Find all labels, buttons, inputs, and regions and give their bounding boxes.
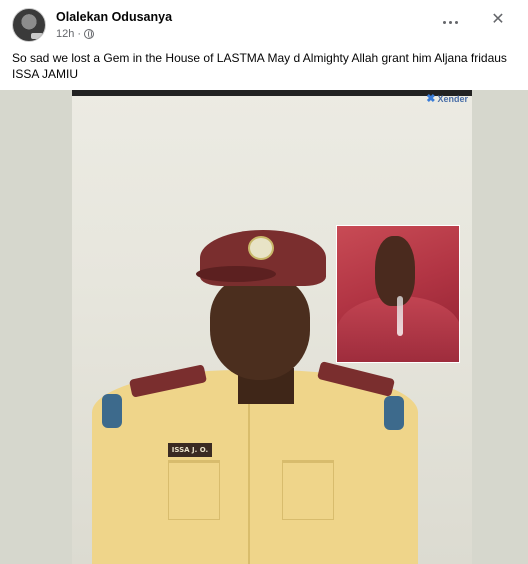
post-meta: 12h · [56,28,95,40]
inset-tear [397,296,403,336]
globe-icon[interactable] [84,29,95,39]
shirt-pocket-right [282,460,334,520]
shirt-pocket-left [168,460,220,520]
more-dot-icon [442,20,446,24]
inset-photo [336,225,460,363]
shoulder-patch-left [102,394,122,428]
beret-brim [196,266,276,282]
post-photo-container[interactable]: ✖ Xender ISSA J. O. [0,90,528,564]
author-avatar[interactable] [12,8,46,42]
more-options-button[interactable] [438,14,462,30]
beret-badge [248,236,274,260]
avatar-badge [31,33,43,39]
photo-side-fill-left [0,90,72,564]
meta-separator: · [77,28,82,40]
shirt-placket [248,400,250,564]
caption-line-1: So sad we lost a Gem in the House of LAS… [12,51,507,65]
more-dot-icon [448,20,452,24]
close-icon[interactable]: ✕ [486,8,510,32]
post-caption: So sad we lost a Gem in the House of LAS… [12,50,512,82]
caption-line-2: ISSA JAMIU [12,67,79,81]
more-dot-icon [454,20,458,24]
officer-head [210,276,310,380]
inset-face [375,236,415,306]
shoulder-patch-right [384,396,404,430]
post-header: Olalekan Odusanya 12h · ✕ [12,8,516,44]
post-time[interactable]: 12h [56,28,74,40]
name-tag: ISSA J. O. [168,443,212,457]
author-name[interactable]: Olalekan Odusanya [56,10,172,24]
photo-side-fill-right [472,90,528,564]
post-photo[interactable]: ✖ Xender ISSA J. O. [72,90,472,564]
